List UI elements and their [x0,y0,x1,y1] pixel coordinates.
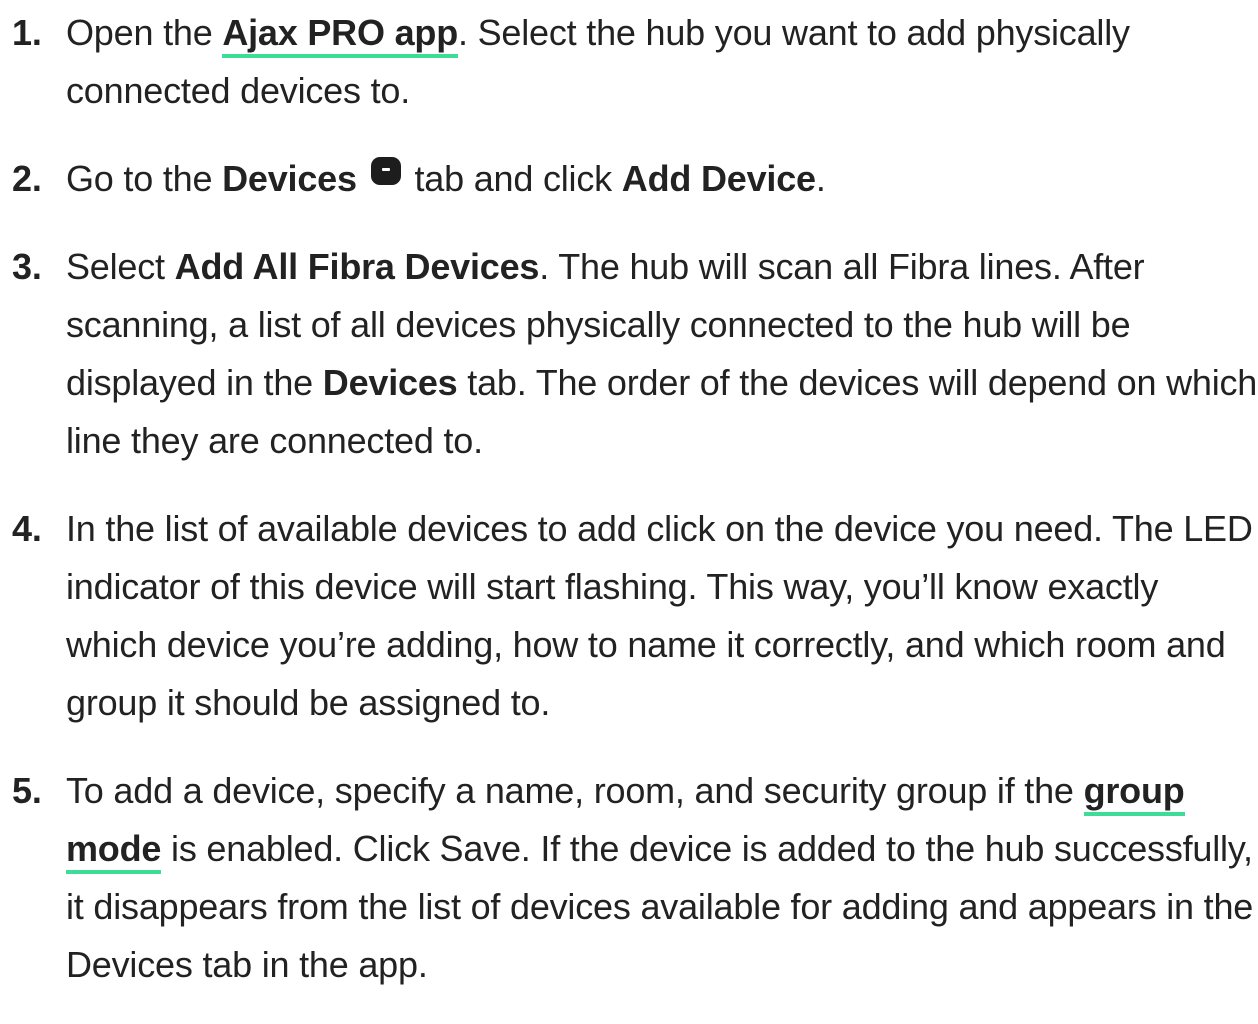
step-number: 5 [12,762,42,820]
ajax-pro-app-link[interactable]: Ajax PRO app [222,12,458,58]
step-text: To add a device, specify a name, room, a… [66,770,1084,811]
step-1: 1 Open the Ajax PRO app. Select the hub … [0,4,1258,120]
step-text: Go to the [66,158,223,199]
step-3: 3 Select Add All Fibra Devices. The hub … [0,238,1258,470]
instruction-steps: 1 Open the Ajax PRO app. Select the hub … [0,4,1258,1024]
step-number: 4 [12,500,42,558]
devices-label: Devices [222,158,357,199]
add-device-label: Add Device [621,158,816,199]
devices-label: Devices [322,362,458,403]
step-number: 1 [12,4,42,62]
devices-tab-icon [370,157,401,185]
step-text: In the list of available devices to add … [66,508,1253,723]
step-2: 2 Go to the Devices tab and click Add De… [0,150,1258,208]
step-number: 3 [12,238,42,296]
step-text: tab and click [404,158,622,199]
step-5: 5 To add a device, specify a name, room,… [0,762,1258,994]
step-text: Open the [66,12,223,53]
add-all-fibra-devices-label: Add All Fibra Devices [174,246,540,287]
step-text: is enabled. Click Save. If the device is… [66,828,1254,985]
step-text: Select [66,246,175,287]
step-text: . [815,158,826,199]
step-number: 2 [12,150,42,208]
step-4: 4 In the list of available devices to ad… [0,500,1258,732]
